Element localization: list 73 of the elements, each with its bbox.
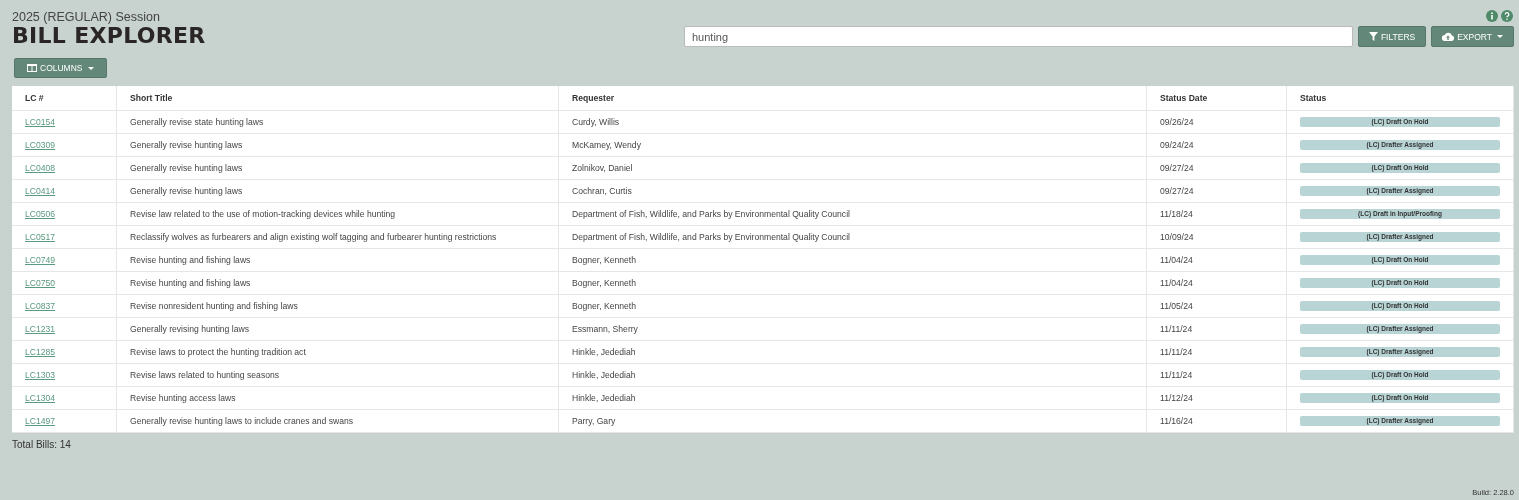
- table-cell: 11/11/24: [1146, 317, 1287, 341]
- table-cell: 10/09/24: [1146, 225, 1287, 249]
- session-label: 2025 (REGULAR) Session: [12, 10, 161, 24]
- table-cell: Generally revise hunting laws: [116, 156, 559, 180]
- bill-link[interactable]: LC0837: [25, 301, 56, 312]
- column-header[interactable]: LC #: [12, 86, 117, 111]
- table-cell: 09/24/24: [1146, 133, 1287, 157]
- table-cell: Revise hunting and fishing laws: [116, 271, 559, 295]
- filters-button[interactable]: FILTERS: [1357, 26, 1427, 47]
- table-cell: Hinkle, Jedediah: [558, 363, 1147, 387]
- column-header[interactable]: Short Title: [116, 86, 559, 111]
- table-cell: Generally revise hunting laws to include cranes and swans: [116, 409, 559, 433]
- bill-link[interactable]: LC0517: [25, 232, 56, 243]
- table-cell: McKamey, Wendy: [558, 133, 1147, 157]
- table-cell: 09/27/24: [1146, 179, 1287, 203]
- table-cell: Generally revising hunting laws: [116, 317, 559, 341]
- bill-link[interactable]: LC1303: [25, 370, 56, 381]
- column-header[interactable]: Status: [1286, 86, 1514, 111]
- columns-icon: [27, 64, 37, 73]
- table-cell: Hinkle, Jedediah: [558, 386, 1147, 410]
- table-cell: 11/04/24: [1146, 248, 1287, 272]
- bill-link[interactable]: LC1497: [25, 416, 56, 427]
- table-cell: 11/05/24: [1146, 294, 1287, 318]
- table-cell: Parry, Gary: [558, 409, 1147, 433]
- table-cell: 11/12/24: [1146, 386, 1287, 410]
- bill-link[interactable]: LC0414: [25, 186, 56, 197]
- bill-link[interactable]: LC0749: [25, 255, 56, 266]
- total-count: Total Bills: 14: [12, 439, 72, 451]
- table-cell: 11/18/24: [1146, 202, 1287, 226]
- table-cell: Department of Fish, Wildlife, and Parks by Environmental Quality Council: [558, 202, 1147, 226]
- table-cell: Revise laws related to hunting seasons: [116, 363, 559, 387]
- table-cell: Revise laws to protect the hunting tradition act: [116, 340, 559, 364]
- bill-link[interactable]: LC1285: [25, 347, 56, 358]
- columns-button[interactable]: COLUMNS: [14, 58, 107, 79]
- table-cell: 11/04/24: [1146, 271, 1287, 295]
- table-cell: Bogner, Kenneth: [558, 294, 1147, 318]
- table-cell: Revise law related to the use of motion-tracking devices while hunting: [116, 202, 559, 226]
- export-button[interactable]: EXPORT: [1431, 26, 1514, 47]
- table-cell: Zolnikov, Daniel: [558, 156, 1147, 180]
- column-header[interactable]: Status Date: [1146, 86, 1287, 111]
- bill-link[interactable]: LC0750: [25, 278, 56, 289]
- table-cell: Reclassify wolves as furbearers and align existing wolf tagging and furbearer hunting restrictions: [116, 225, 559, 249]
- table-cell: Generally revise state hunting laws: [116, 110, 559, 134]
- bill-link[interactable]: LC0309: [25, 140, 56, 151]
- page-title: BILL EXPLORER: [12, 24, 206, 49]
- table-cell: 09/27/24: [1146, 156, 1287, 180]
- table-cell: Bogner, Kenneth: [558, 248, 1147, 272]
- bill-link[interactable]: LC0408: [25, 163, 56, 174]
- bill-link[interactable]: LC0154: [25, 117, 56, 128]
- table-cell: Revise hunting access laws: [116, 386, 559, 410]
- table-cell: Hinkle, Jedediah: [558, 340, 1147, 364]
- table-cell: Cochran, Curtis: [558, 179, 1147, 203]
- table-cell: 11/11/24: [1146, 340, 1287, 364]
- column-header[interactable]: Requester: [558, 86, 1147, 111]
- bill-link[interactable]: LC0506: [25, 209, 56, 220]
- table-cell: Revise nonresident hunting and fishing laws: [116, 294, 559, 318]
- search-field[interactable]: hunting: [684, 26, 1353, 47]
- info-icon[interactable]: [1486, 10, 1498, 22]
- table-cell: Department of Fish, Wildlife, and Parks by Environmental Quality Council: [558, 225, 1147, 249]
- table-cell: 09/26/24: [1146, 110, 1287, 134]
- bill-link[interactable]: LC1231: [25, 324, 56, 335]
- table-cell: Curdy, Willis: [558, 110, 1147, 134]
- table-cell: Generally revise hunting laws: [116, 179, 559, 203]
- table-cell: 11/11/24: [1146, 363, 1287, 387]
- table-cell: Revise hunting and fishing laws: [116, 248, 559, 272]
- table-cell: Essmann, Sherry: [558, 317, 1147, 341]
- cloud-upload-icon: [1442, 32, 1455, 41]
- table-cell: Bogner, Kenneth: [558, 271, 1147, 295]
- bill-link[interactable]: LC1304: [25, 393, 56, 404]
- table-cell: Generally revise hunting laws: [116, 133, 559, 157]
- help-icon[interactable]: [1501, 10, 1513, 22]
- filter-icon: [1368, 32, 1378, 41]
- table-cell: 11/16/24: [1146, 409, 1287, 433]
